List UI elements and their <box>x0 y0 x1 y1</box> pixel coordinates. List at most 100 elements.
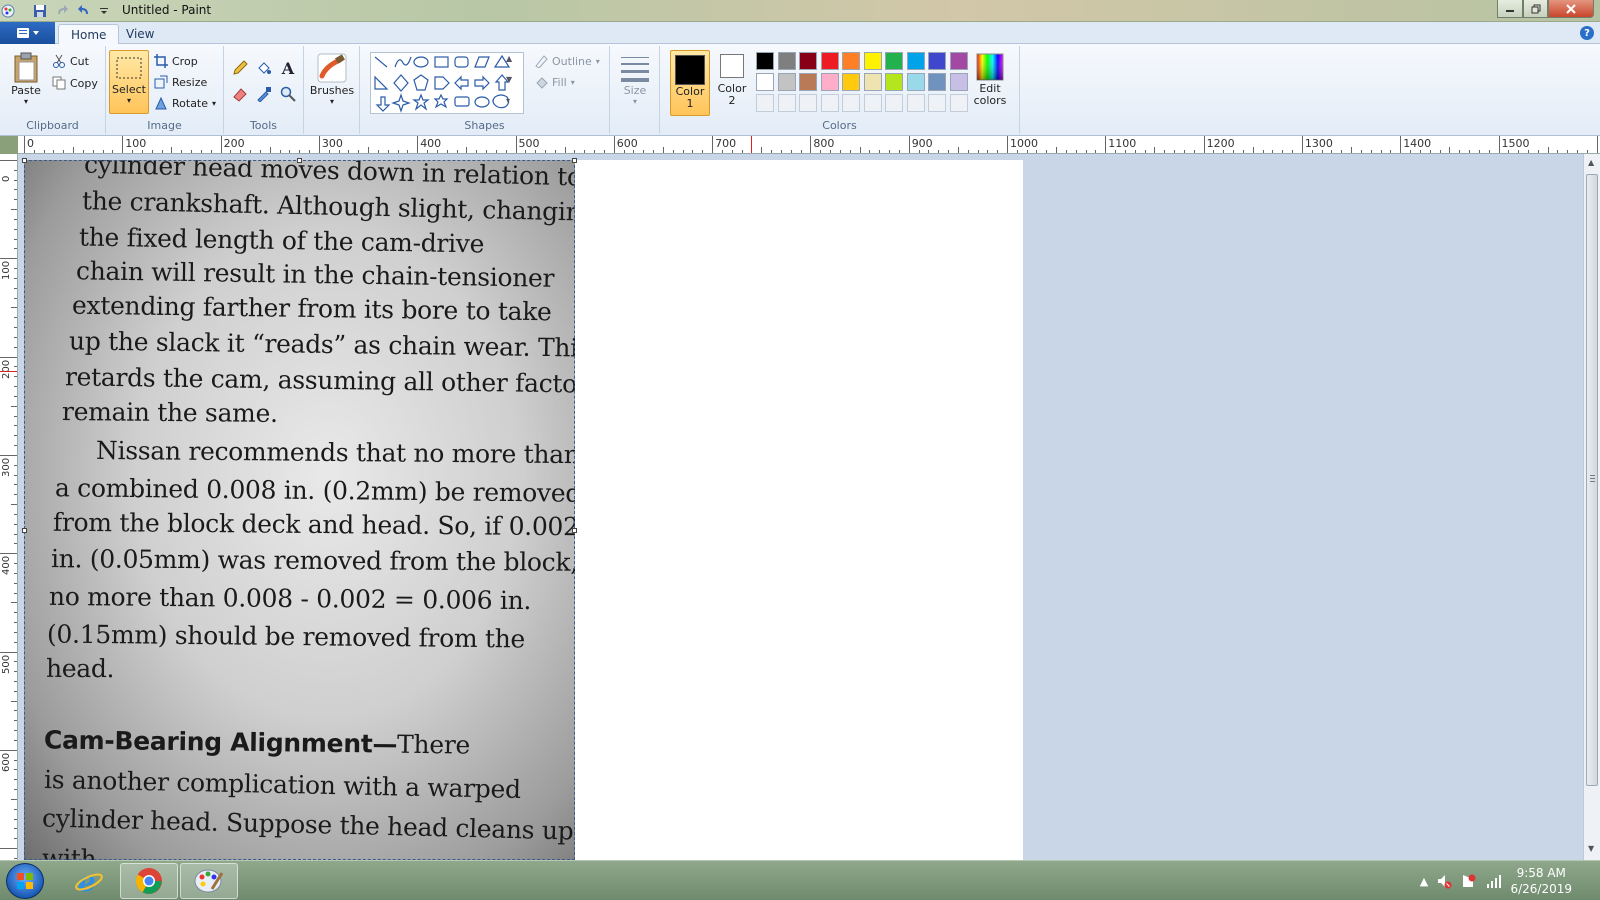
palette-swatch[interactable] <box>777 73 796 91</box>
scroll-down-icon[interactable]: ▼ <box>1588 844 1594 853</box>
outline-icon <box>535 55 548 68</box>
magnifier-icon[interactable] <box>278 84 298 104</box>
book-text-line: a combined 0.008 in. (0.2mm) be removed <box>54 473 575 508</box>
ruler-label: 700 <box>715 137 737 150</box>
help-icon[interactable]: ? <box>1580 26 1594 40</box>
book-text-line: head. <box>45 653 115 684</box>
palette-swatch[interactable] <box>799 52 817 70</box>
palette-swatch[interactable] <box>799 73 817 91</box>
crop-button[interactable]: Crop <box>154 52 198 70</box>
taskbar-chrome[interactable] <box>120 863 178 899</box>
color2-number: 2 <box>728 94 736 107</box>
restore-button[interactable] <box>1523 0 1548 18</box>
palette-swatch[interactable] <box>949 52 968 70</box>
close-button[interactable] <box>1548 0 1594 18</box>
resize-button[interactable]: Resize <box>154 73 207 91</box>
resize-icon <box>154 75 168 89</box>
shapes-scroll-up-icon[interactable]: ▲ <box>506 54 512 63</box>
redo-icon[interactable] <box>54 3 70 19</box>
pencil-icon[interactable] <box>230 58 250 78</box>
minimize-button[interactable] <box>1497 0 1523 18</box>
palette-swatch[interactable] <box>820 73 839 91</box>
tab-view[interactable]: View <box>114 24 166 45</box>
palette-swatch[interactable] <box>863 73 882 91</box>
paste-dropdown-icon[interactable]: ▾ <box>24 97 28 106</box>
cut-button[interactable]: Cut <box>52 52 89 70</box>
brushes-dropdown-icon[interactable]: ▾ <box>330 97 334 106</box>
ruler-label: 1100 <box>1108 137 1137 150</box>
palette-swatch[interactable] <box>928 52 946 70</box>
canvas-workspace[interactable]: cylinder head moves down in relation to t… <box>18 154 1583 860</box>
palette-swatch[interactable] <box>885 73 903 91</box>
fill-button[interactable]: Fill ▾ <box>534 73 575 91</box>
rotate-button[interactable]: Rotate ▾ <box>154 94 216 112</box>
paint-palette-icon <box>194 869 224 893</box>
brushes-button[interactable]: Brushes ▾ <box>310 52 354 106</box>
palette-swatch[interactable] <box>756 52 774 70</box>
taskbar-paint[interactable] <box>180 863 238 899</box>
scroll-up-icon[interactable]: ▲ <box>1588 158 1594 167</box>
palette-swatch[interactable] <box>842 73 860 91</box>
select-button[interactable]: Select ▾ <box>109 50 149 114</box>
paint-canvas[interactable]: cylinder head moves down in relation to t… <box>22 158 1023 860</box>
palette-swatch[interactable] <box>842 52 860 70</box>
color2-swatch <box>720 54 744 78</box>
save-icon[interactable] <box>32 3 48 19</box>
custom-color-slot[interactable] <box>799 94 817 112</box>
rotate-dropdown-icon[interactable]: ▾ <box>212 99 216 108</box>
paint-app-icon[interactable] <box>0 3 16 19</box>
show-hidden-icons-icon[interactable]: ▲ <box>1416 873 1432 889</box>
vertical-scrollbar[interactable]: ▲ ▼ <box>1583 154 1600 860</box>
action-center-icon[interactable] <box>1460 873 1476 889</box>
color1-button[interactable]: Color 1 <box>670 50 710 116</box>
copy-label: Copy <box>70 76 98 90</box>
custom-color-slot[interactable] <box>777 94 796 112</box>
custom-color-slot[interactable] <box>906 94 925 112</box>
ruler-label: 1500 <box>1501 137 1530 150</box>
tab-home[interactable]: Home <box>58 24 120 45</box>
paint-menu-button[interactable] <box>0 22 55 44</box>
fill-bucket-icon[interactable] <box>254 58 274 78</box>
start-button[interactable] <box>6 863 44 899</box>
ruler-label: 1300 <box>1304 137 1333 150</box>
palette-swatch[interactable] <box>906 52 925 70</box>
custom-color-slot[interactable] <box>928 94 946 112</box>
palette-swatch[interactable] <box>906 73 925 91</box>
palette-swatch[interactable] <box>756 73 774 91</box>
scrollbar-thumb[interactable] <box>1586 174 1598 786</box>
eraser-icon[interactable] <box>230 84 250 104</box>
taskbar-internet-explorer[interactable]: e <box>60 863 118 899</box>
palette-swatch[interactable] <box>885 52 903 70</box>
volume-muted-icon[interactable] <box>1436 873 1452 889</box>
color2-button[interactable]: Color 2 <box>714 54 750 106</box>
custom-color-slot[interactable] <box>820 94 839 112</box>
undo-icon[interactable] <box>76 3 92 19</box>
custom-color-slot[interactable] <box>842 94 860 112</box>
shapes-scroll-down-icon[interactable]: ▼ <box>506 75 512 84</box>
custom-color-slot[interactable] <box>949 94 968 112</box>
custom-color-slot[interactable] <box>863 94 882 112</box>
palette-swatch[interactable] <box>949 73 968 91</box>
select-dropdown-icon[interactable]: ▾ <box>127 96 131 105</box>
system-clock[interactable]: 9:58 AM 6/26/2019 <box>1510 865 1572 897</box>
network-signal-icon[interactable] <box>1486 873 1502 889</box>
palette-swatch[interactable] <box>820 52 839 70</box>
paste-button[interactable]: Paste ▾ <box>8 52 44 106</box>
palette-swatch[interactable] <box>863 52 882 70</box>
custom-color-slot[interactable] <box>756 94 774 112</box>
pasted-book-photo[interactable]: cylinder head moves down in relation to t… <box>24 160 575 860</box>
color-picker-icon[interactable] <box>254 84 274 104</box>
book-text-line: from the block deck and head. So, if 0.0… <box>52 507 575 542</box>
colors-group-label: Colors <box>822 119 857 132</box>
book-text-line: retards the cam, assuming all other fact… <box>64 362 575 399</box>
palette-swatch[interactable] <box>928 73 946 91</box>
copy-button[interactable]: Copy <box>52 74 98 92</box>
customize-toolbar-icon[interactable] <box>96 3 112 19</box>
custom-color-slot[interactable] <box>885 94 903 112</box>
size-button[interactable]: Size ▾ <box>616 52 654 106</box>
outline-button[interactable]: Outline ▾ <box>534 52 600 70</box>
shapes-more-icon[interactable]: ▾ <box>506 96 510 105</box>
edit-colors-button[interactable]: Edit colors <box>968 52 1012 106</box>
text-tool-icon[interactable]: A <box>278 58 298 78</box>
palette-swatch[interactable] <box>777 52 796 70</box>
